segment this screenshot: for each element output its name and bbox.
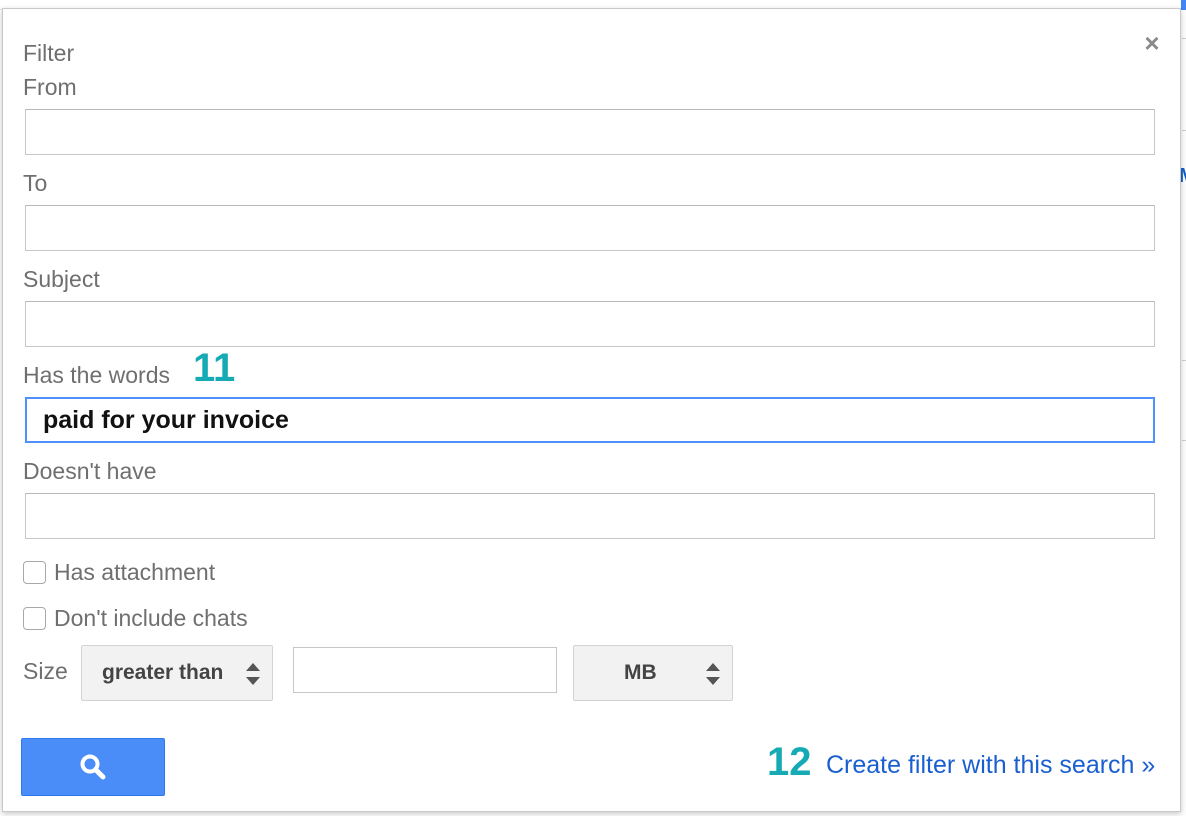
close-icon[interactable]: × [1140, 30, 1164, 56]
has-words-field[interactable] [25, 397, 1155, 443]
dont-include-chats-row: Don't include chats [23, 603, 248, 633]
background-divider [1182, 360, 1186, 361]
size-label: Size [23, 658, 68, 684]
screen: M × Filter From To Subject Has the words… [0, 0, 1186, 816]
from-field[interactable] [25, 109, 1155, 155]
step-number-12: 12 [767, 740, 812, 784]
has-attachment-checkbox[interactable] [23, 560, 46, 584]
search-button[interactable] [21, 738, 165, 796]
from-label: From [23, 74, 77, 100]
to-label: To [23, 170, 48, 196]
subject-label: Subject [23, 266, 100, 292]
has-attachment-label: Has attachment [54, 559, 216, 585]
dont-include-chats-label: Don't include chats [54, 605, 248, 631]
updown-arrows-icon [706, 661, 720, 687]
doesnt-have-label: Doesn't have [23, 458, 157, 484]
size-comparator-select[interactable]: greater than [81, 645, 273, 701]
background-divider [1182, 38, 1186, 39]
to-field[interactable] [25, 205, 1155, 251]
background-divider [1182, 440, 1186, 441]
dialog-title: Filter [23, 40, 75, 66]
background-divider [1182, 130, 1186, 131]
size-value-field[interactable] [293, 647, 557, 693]
doesnt-have-field[interactable] [25, 493, 1155, 539]
create-filter-link[interactable]: Create filter with this search » [826, 750, 1155, 780]
has-attachment-row: Has attachment [23, 557, 215, 587]
dont-include-chats-checkbox[interactable] [23, 606, 46, 630]
subject-field[interactable] [25, 301, 1155, 347]
step-number-11: 11 [193, 346, 236, 390]
updown-arrows-icon [246, 661, 260, 687]
filter-dialog: × Filter From To Subject Has the words 1… [2, 8, 1181, 812]
size-comparator-value: greater than [102, 661, 224, 684]
has-words-label: Has the words [23, 362, 171, 388]
search-icon [80, 754, 106, 780]
background-blue-edge [1181, 0, 1186, 10]
size-unit-value: MB [624, 661, 657, 684]
size-unit-select[interactable]: MB [573, 645, 733, 701]
